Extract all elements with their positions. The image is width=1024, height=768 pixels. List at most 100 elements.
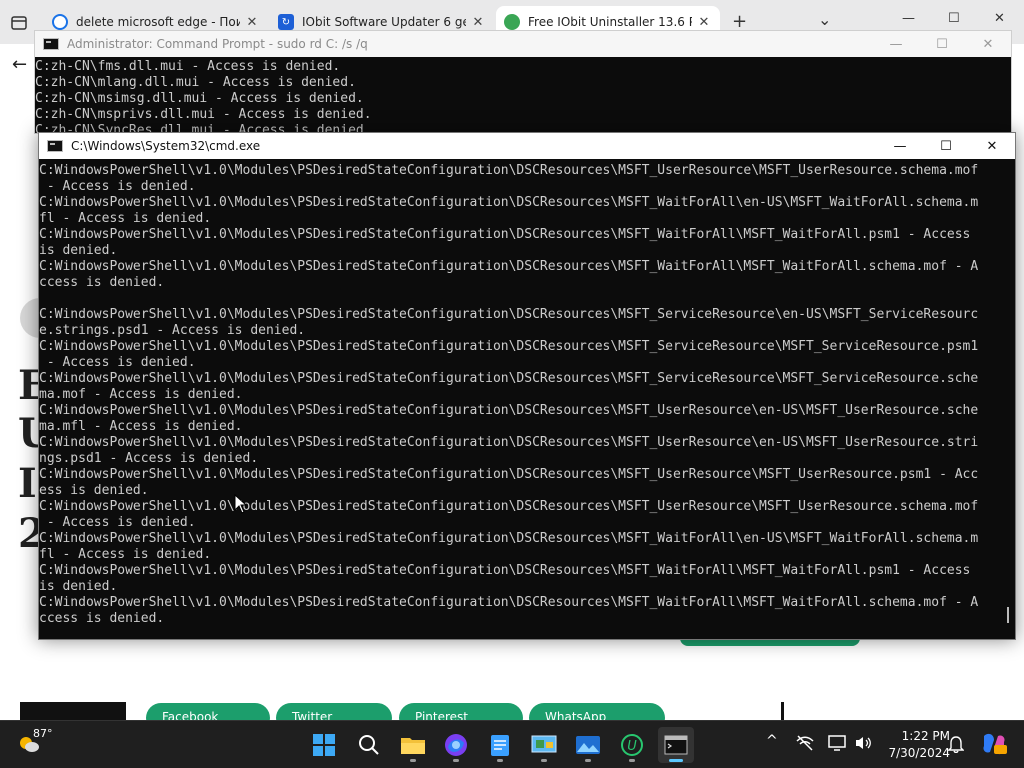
terminal-icon [47,140,63,152]
console-line: fl - Access is denied. [39,547,212,562]
mouse-cursor-icon [234,494,248,514]
tab-label: Free IObit Uninstaller 13.6 Pro L [528,15,692,29]
weather-temperature[interactable]: 87° [33,727,53,740]
console-line: C:WindowsPowerShell\v1.0\Modules\PSDesir… [39,403,979,418]
tab-close-icon[interactable]: ✕ [244,15,260,30]
search-button[interactable] [351,727,387,763]
close-button[interactable]: ✕ [965,31,1011,57]
taskbar-file-explorer[interactable] [395,727,431,763]
notification-bell-icon[interactable] [947,735,965,757]
console-line: C:WindowsPowerShell\v1.0\Modules\PSDesir… [39,499,979,514]
system-clock[interactable]: 1:22 PM 7/30/2024 [888,728,950,762]
scrollbar-thumb[interactable] [1007,607,1009,623]
console-line: C:zh-CN\fms.dll.mui - Access is denied. [35,59,341,74]
minimize-button[interactable]: — [877,133,923,159]
console-line: C:WindowsPowerShell\v1.0\Modules\PSDesir… [39,227,971,242]
taskbar-control-panel[interactable] [526,727,562,763]
console-line: C:WindowsPowerShell\v1.0\Modules\PSDesir… [39,195,979,210]
command-prompt-window[interactable]: C:\Windows\System32\cmd.exe — ☐ ✕ C:Wind… [38,132,1016,640]
new-tab-button[interactable]: + [732,11,747,32]
taskbar-notepad[interactable] [482,727,518,763]
console-line: - Access is denied. [39,355,196,370]
console-line: ccess is denied. [39,275,165,290]
display-icon[interactable] [828,735,846,755]
chevron-up-icon[interactable]: ^ [766,733,778,749]
console-output[interactable]: C:zh-CN\fms.dll.mui - Access is denied. C… [35,59,995,133]
browser-minimize-button[interactable]: — [902,11,915,26]
console-line: ccess is denied. [39,611,165,626]
console-line: is denied. [39,243,118,258]
window-titlebar[interactable]: Administrator: Command Prompt - sudo rd … [35,31,1011,57]
tab-close-icon[interactable]: ✕ [696,15,712,30]
taskbar: 87° U ^ 1:22 PM 7/30/2024 [0,720,1024,768]
search-favicon-icon [52,14,68,30]
console-line: C:zh-CN\msimsg.dll.mui - Access is denie… [35,91,364,106]
browser-maximize-button[interactable]: ☐ [948,11,960,26]
running-indicator [585,759,591,762]
maximize-button[interactable]: ☐ [923,133,969,159]
folder-icon [401,738,425,754]
taskbar-command-prompt[interactable] [658,727,694,763]
site-favicon-icon [504,14,520,30]
iobit-icon: U [621,734,643,756]
running-indicator [453,759,459,762]
network-offline-icon[interactable] [796,735,814,755]
tab-close-icon[interactable]: ✕ [470,15,486,30]
svg-text:U: U [627,739,637,754]
tab-list-icon[interactable]: ⌄ [818,10,831,29]
running-indicator [629,759,635,762]
taskbar-iobit-uninstaller[interactable]: U [614,727,650,763]
clock-date: 7/30/2024 [888,746,950,760]
admin-command-prompt-window[interactable]: Administrator: Command Prompt - sudo rd … [34,30,1012,134]
console-line: C:WindowsPowerShell\v1.0\Modules\PSDesir… [39,307,979,322]
page-heading-fragment: I [18,460,37,507]
close-button[interactable]: ✕ [969,133,1015,159]
terminal-icon [664,735,688,755]
taskbar-firefox[interactable] [438,727,474,763]
start-button[interactable] [306,727,342,763]
console-line: - Access is denied. [39,515,196,530]
divider [781,702,784,722]
terminal-icon [43,38,59,50]
control-panel-icon [531,735,557,753]
back-arrow-icon[interactable]: ← [12,54,27,75]
notepad-icon [491,735,509,756]
console-line: fl - Access is denied. [39,211,212,226]
copilot-icon[interactable] [980,730,1008,762]
window-titlebar[interactable]: C:\Windows\System32\cmd.exe [39,133,1015,159]
console-line: C:WindowsPowerShell\v1.0\Modules\PSDesir… [39,259,979,274]
console-line: ma.mfl - Access is denied. [39,419,243,434]
console-line: C:WindowsPowerShell\v1.0\Modules\PSDesir… [39,563,971,578]
volume-icon[interactable] [854,735,872,755]
console-line: - Access is denied. [39,179,196,194]
console-line: C:zh-CN\mlang.dll.mui - Access is denied… [35,75,356,90]
iobit-favicon-icon: ↻ [278,14,294,30]
console-line: C:WindowsPowerShell\v1.0\Modules\PSDesir… [39,339,979,354]
console-line: C:WindowsPowerShell\v1.0\Modules\PSDesir… [39,467,979,482]
clock-time: 1:22 PM [901,729,950,743]
console-line: C:zh-CN\msprivs.dll.mui - Access is deni… [35,107,372,122]
taskbar-photos[interactable] [570,727,606,763]
console-output[interactable]: C:WindowsPowerShell\v1.0\Modules\PSDesir… [39,163,1001,639]
search-icon [359,735,379,755]
console-line: C:WindowsPowerShell\v1.0\Modules\PSDesir… [39,595,979,610]
console-line: C:WindowsPowerShell\v1.0\Modules\PSDesir… [39,435,979,450]
running-indicator [497,759,503,762]
tab-actions-icon[interactable] [8,12,30,34]
console-line: is denied. [39,579,118,594]
console-line: e.strings.psd1 - Access is denied. [39,323,306,338]
console-line: C:WindowsPowerShell\v1.0\Modules\PSDesir… [39,163,979,178]
console-line: ngs.psd1 - Access is denied. [39,451,259,466]
firefox-icon [445,734,467,756]
maximize-button[interactable]: ☐ [919,31,965,57]
window-title: Administrator: Command Prompt - sudo rd … [67,37,368,51]
tab-label: delete microsoft edge - Поиск [76,15,240,29]
console-line: ess is denied. [39,483,149,498]
browser-close-button[interactable]: ✕ [994,11,1005,26]
minimize-button[interactable]: — [873,31,919,57]
running-indicator [669,759,683,762]
console-line: C:WindowsPowerShell\v1.0\Modules\PSDesir… [39,531,979,546]
windows-logo-icon [313,734,335,756]
console-line: C:WindowsPowerShell\v1.0\Modules\PSDesir… [39,371,979,386]
